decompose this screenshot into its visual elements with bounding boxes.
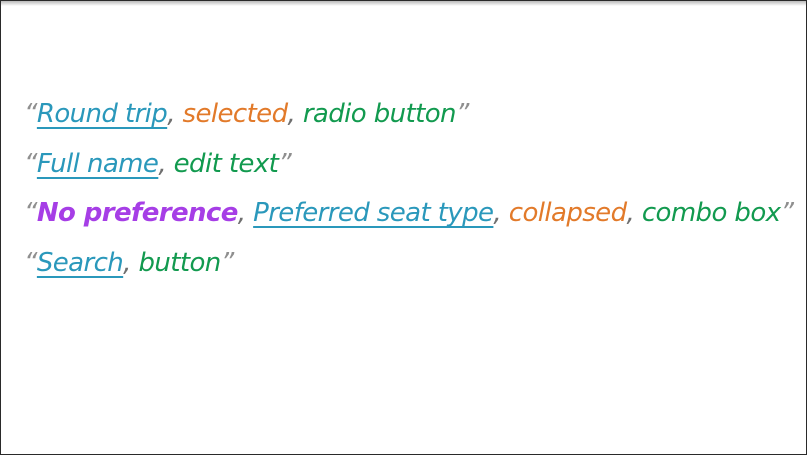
open-quote: “: [24, 198, 37, 228]
separator: ,: [287, 99, 296, 129]
close-quote: ”: [220, 247, 234, 278]
open-quote: “: [24, 148, 37, 179]
screen-reader-announcements: “Round trip, selected, radio button” “Fu…: [24, 94, 794, 293]
announcement-round-trip: “Round trip, selected, radio button”: [24, 94, 793, 144]
separator: ,: [626, 198, 635, 228]
slide-frame: “Round trip, selected, radio button” “Fu…: [0, 0, 807, 455]
element-role: radio button: [302, 99, 457, 129]
separator: ,: [123, 247, 131, 278]
close-quote: ”: [780, 198, 794, 228]
separator: ,: [158, 148, 166, 179]
open-quote: “: [24, 247, 37, 278]
close-quote: ”: [278, 148, 292, 179]
open-quote: “: [24, 99, 37, 129]
element-name: Preferred seat type: [253, 198, 494, 228]
element-state: collapsed: [508, 198, 627, 228]
separator: ,: [493, 198, 502, 228]
element-name: Search: [36, 247, 124, 278]
announcement-seat-type: “No preference, Preferred seat type, col…: [24, 193, 794, 243]
separator: ,: [167, 99, 175, 129]
element-role: edit text: [173, 148, 279, 179]
element-state: selected: [182, 99, 289, 129]
element-name: Round trip: [36, 99, 168, 129]
element-value: No preference: [36, 198, 239, 228]
element-name: Full name: [36, 148, 159, 179]
close-quote: ”: [455, 99, 469, 129]
separator: ,: [237, 198, 246, 228]
top-shadow: [1, 1, 806, 6]
element-role: combo box: [641, 198, 781, 228]
announcement-search: “Search, button”: [24, 243, 793, 293]
announcement-full-name: “Full name, edit text”: [24, 144, 793, 194]
element-role: button: [138, 247, 222, 278]
